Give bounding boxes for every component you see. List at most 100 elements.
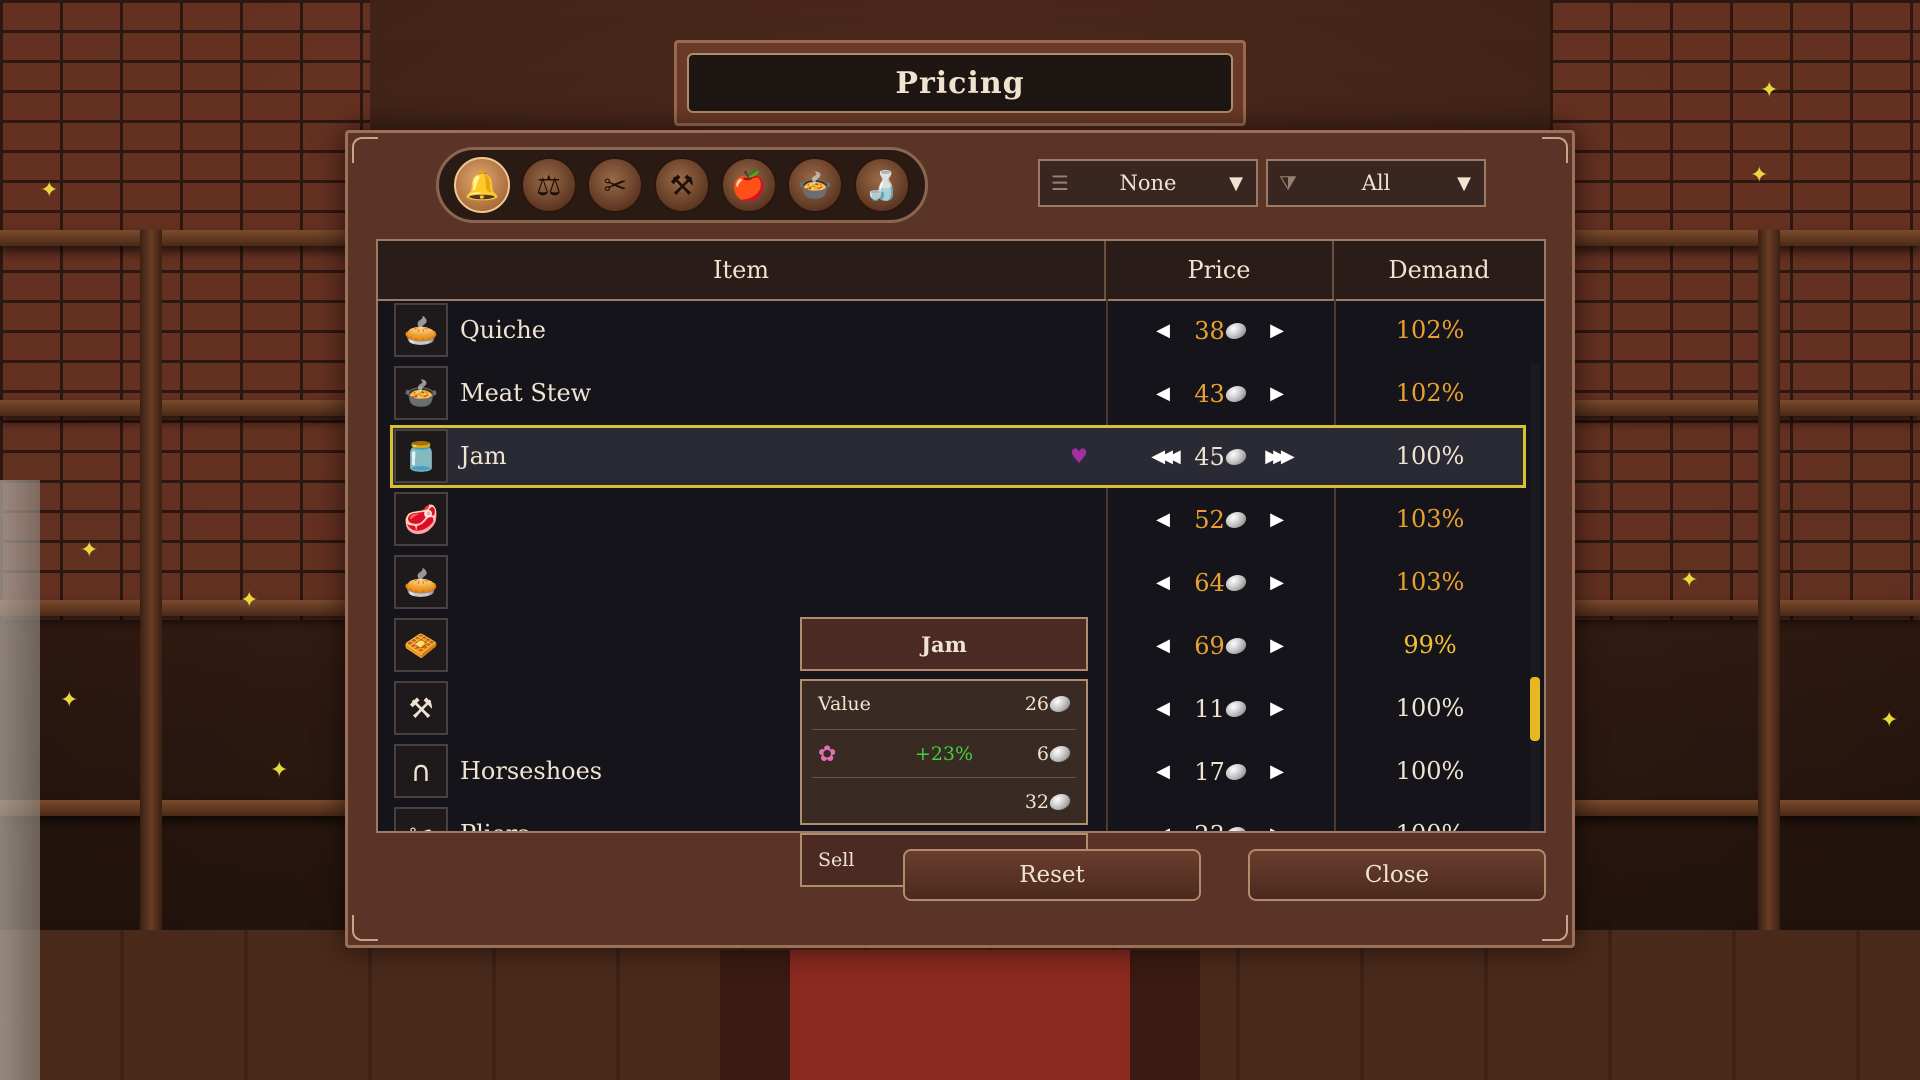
- sort-dropdown[interactable]: ☰ None ▼: [1038, 159, 1258, 207]
- shelf: [1570, 400, 1920, 416]
- demand-value: 100%: [1395, 757, 1465, 785]
- item-name: Quiche: [460, 316, 546, 344]
- meat-stew-icon: 🍲: [394, 366, 448, 420]
- decrease-price-icon[interactable]: ◀: [1141, 383, 1185, 404]
- table-row[interactable]: 🥧 ◀ 64 ▶ 103%: [378, 551, 1526, 614]
- potion-bottle-icon[interactable]: 🍶: [853, 157, 910, 213]
- coin-icon: [1048, 794, 1072, 810]
- shelf: [0, 400, 350, 416]
- brick-wall-left: [0, 0, 370, 620]
- decrease-price-icon[interactable]: ◀: [1141, 572, 1185, 593]
- flower-icon: ✿: [818, 741, 837, 767]
- increase-price-icon[interactable]: ▶: [1255, 824, 1299, 831]
- price-number: 64: [1194, 568, 1225, 597]
- pricing-panel: 🔔 ⚖ ✂ ⚒ 🍎 🍲 🍶 ☰ None ▼ ⧩ All ▼ Item Price Dema…: [345, 130, 1575, 948]
- cooking-pot-icon[interactable]: 🍲: [787, 157, 844, 213]
- nails-icon: ⚒: [394, 681, 448, 735]
- tooltip-value-row: Value 26: [812, 681, 1076, 727]
- sparkle-icon: ✦: [40, 178, 59, 203]
- increase-price-icon[interactable]: ▶: [1255, 761, 1299, 782]
- pliers-icon: ✂: [394, 807, 448, 831]
- table-row[interactable]: 🥩 ◀ 52 ▶ 103%: [378, 488, 1526, 551]
- price-number: 23: [1194, 821, 1225, 832]
- close-button[interactable]: Close: [1248, 849, 1546, 901]
- tooltip-subtotal-amount: 32: [944, 791, 1076, 813]
- shelf: [0, 230, 350, 246]
- decrease-price-icon[interactable]: ◀: [1141, 509, 1185, 530]
- scrollbar[interactable]: [1530, 363, 1540, 831]
- tooltip-bonus-number: 6: [1036, 743, 1049, 765]
- decrease-price-icon[interactable]: ◀: [1141, 635, 1185, 656]
- column-header-item[interactable]: Item: [378, 241, 1106, 299]
- filter-dropdown-label: All: [1361, 171, 1391, 195]
- price-value: 17: [1185, 758, 1255, 786]
- filter-dropdown[interactable]: ⧩ All ▼: [1266, 159, 1486, 207]
- table-row[interactable]: 🫙 Jam ♥ ◀◀◀ 45 ▶▶▶ 100%: [390, 425, 1526, 488]
- price-control: ◀ 69 ▶: [1106, 614, 1334, 677]
- price-value: 38: [1185, 317, 1255, 345]
- coin-icon: [1224, 637, 1248, 654]
- decrease-price-icon[interactable]: ◀: [1141, 320, 1185, 341]
- tooltip-value-label: Value: [818, 693, 871, 715]
- panel-corner-ornament: [352, 137, 378, 163]
- price-value: 43: [1185, 380, 1255, 408]
- increase-price-icon[interactable]: ▶: [1255, 383, 1299, 404]
- price-control: ◀ 11 ▶: [1106, 677, 1334, 740]
- price-number: 43: [1194, 379, 1225, 408]
- scrollbar-thumb[interactable]: [1530, 677, 1540, 741]
- increase-price-icon[interactable]: ▶: [1255, 635, 1299, 656]
- tooltip-title: Jam: [800, 617, 1088, 671]
- price-value: 64: [1185, 569, 1255, 597]
- decrease-price-icon[interactable]: ◀: [1141, 698, 1185, 719]
- increase-price-fast-icon[interactable]: ▶▶▶: [1255, 446, 1299, 467]
- scissors-icon[interactable]: ✂: [587, 157, 644, 213]
- item-name: Jam: [460, 442, 507, 470]
- divider: [812, 729, 1076, 730]
- increase-price-icon[interactable]: ▶: [1255, 320, 1299, 341]
- quiche-icon: 🥧: [394, 303, 448, 357]
- tooltip-bonus-row: ✿ +23% 6: [812, 731, 1076, 777]
- item-name: Horseshoes: [460, 757, 603, 785]
- column-header-price[interactable]: Price: [1106, 241, 1334, 299]
- meat-icon: 🥩: [394, 492, 448, 546]
- apple-pie-icon: 🧇: [394, 618, 448, 672]
- horseshoe-icon: ∩: [394, 744, 448, 798]
- table-row[interactable]: 🥧 Quiche ◀ 38 ▶ 102%: [378, 299, 1526, 362]
- decrease-price-fast-icon[interactable]: ◀◀◀: [1141, 446, 1185, 467]
- reset-button[interactable]: Reset: [903, 849, 1201, 901]
- coin-icon: [1048, 746, 1072, 762]
- price-value: 69: [1185, 632, 1255, 660]
- shelf: [1570, 800, 1920, 816]
- shelf: [0, 600, 350, 616]
- window-title: Pricing: [687, 53, 1233, 113]
- price-control: ◀ 64 ▶: [1106, 551, 1334, 614]
- apple-icon[interactable]: 🍎: [720, 157, 777, 213]
- category-tabs: 🔔 ⚖ ✂ ⚒ 🍎 🍲 🍶: [436, 147, 928, 223]
- sparkle-icon: ✦: [1750, 163, 1769, 188]
- price-number: 52: [1194, 505, 1225, 534]
- demand-value: 103%: [1395, 568, 1465, 596]
- coin-icon: [1224, 322, 1248, 339]
- price-value: 23: [1185, 821, 1255, 832]
- brick-wall-right: [1550, 0, 1920, 620]
- coin-icon: [1224, 511, 1248, 528]
- bakery-bell-icon[interactable]: 🔔: [454, 157, 511, 213]
- increase-price-icon[interactable]: ▶: [1255, 698, 1299, 719]
- scales-icon[interactable]: ⚖: [520, 157, 577, 213]
- coin-icon: [1048, 696, 1072, 712]
- panel-corner-ornament: [1542, 915, 1568, 941]
- increase-price-icon[interactable]: ▶: [1255, 509, 1299, 530]
- favorite-heart-icon[interactable]: ♥: [1070, 425, 1088, 488]
- column-header-demand[interactable]: Demand: [1334, 241, 1544, 299]
- decrease-price-icon[interactable]: ◀: [1141, 824, 1185, 831]
- anvil-icon[interactable]: ⚒: [653, 157, 710, 213]
- panel-corner-ornament: [1542, 137, 1568, 163]
- decrease-price-icon[interactable]: ◀: [1141, 761, 1185, 782]
- coin-icon: [1224, 763, 1248, 780]
- table-row[interactable]: 🍲 Meat Stew ◀ 43 ▶ 102%: [378, 362, 1526, 425]
- price-value: 45: [1185, 443, 1255, 471]
- shelf-post: [140, 230, 162, 930]
- demand-value: 99%: [1403, 631, 1457, 659]
- price-control: ◀ 38 ▶: [1106, 299, 1334, 362]
- increase-price-icon[interactable]: ▶: [1255, 572, 1299, 593]
